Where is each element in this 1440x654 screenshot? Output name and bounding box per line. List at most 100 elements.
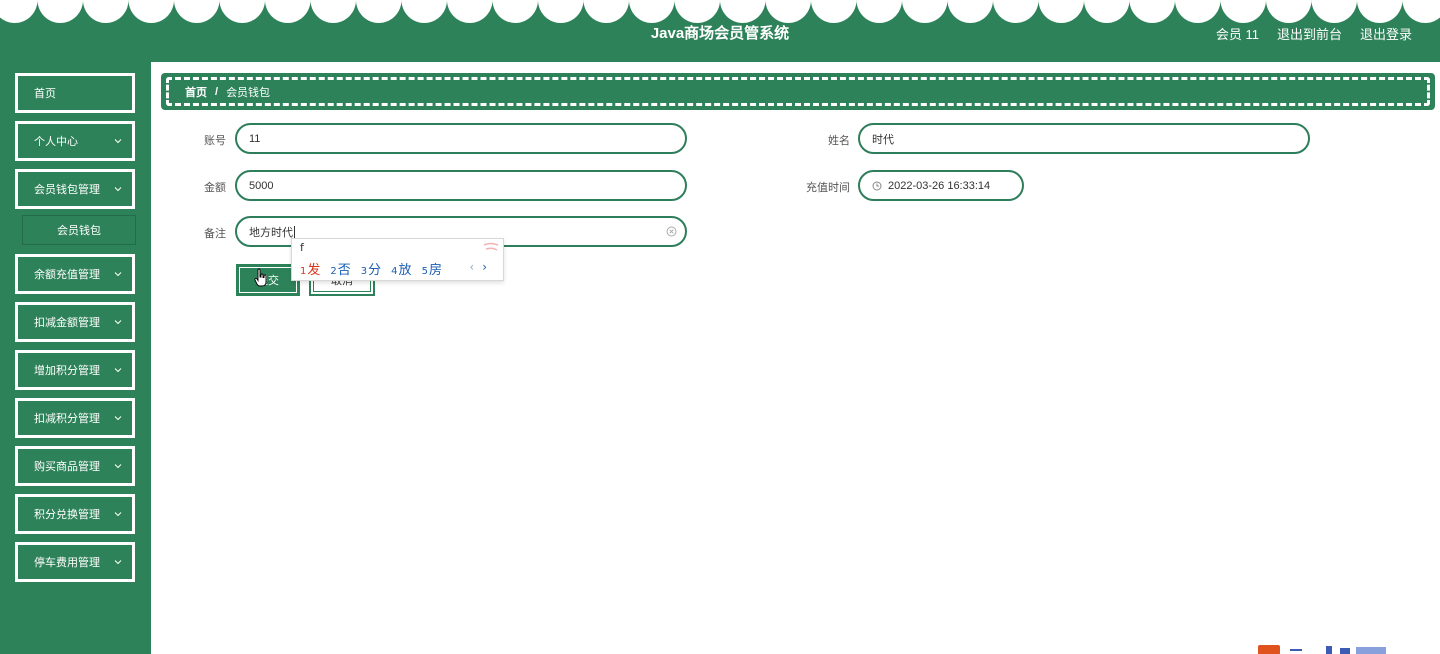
scallop-shape [902, 0, 948, 23]
ime-candidate[interactable]: 5房 [422, 259, 442, 278]
recharge-time-value: 2022-03-26 16:33:14 [888, 179, 991, 192]
account-label: 账号 [204, 135, 226, 147]
chevron-down-icon [114, 464, 122, 469]
name-value: 时代 [872, 133, 894, 146]
clear-icon[interactable] [666, 226, 677, 237]
scallop-shape [128, 0, 174, 23]
ime-candidate-popup: f 1发 2否 3分 4放 5房 ‹ › [291, 238, 504, 281]
sidebar-item-label: 个人中心 [34, 136, 78, 148]
breadcrumb: 首页 / 会员钱包 [161, 73, 1435, 110]
chevron-down-icon [114, 272, 122, 277]
sidebar-item-label: 增加积分管理 [34, 365, 100, 377]
ime-prev-page[interactable]: ‹ [469, 260, 474, 274]
scallop-shape [1402, 0, 1440, 23]
scallop-decoration [0, 0, 1440, 23]
ime-candidates: 1发 2否 3分 4放 5房 [300, 259, 442, 278]
account-value: 11 [249, 132, 261, 145]
scallop-shape [993, 0, 1039, 23]
recharge-time-label: 充值时间 [806, 182, 850, 194]
amount-field[interactable]: 5000 [235, 170, 687, 201]
name-field[interactable]: 时代 [858, 123, 1310, 154]
breadcrumb-separator: / [215, 85, 219, 98]
scallop-shape [765, 0, 811, 23]
breadcrumb-inner: 首页 / 会员钱包 [166, 77, 1430, 106]
sidebar-item-points-exchange[interactable]: 积分兑换管理 [15, 494, 135, 534]
scallop-shape [356, 0, 402, 23]
sidebar-item-parking-fee[interactable]: 停车费用管理 [15, 542, 135, 582]
scallop-shape [83, 0, 129, 23]
scallop-shape [447, 0, 493, 23]
remark-label: 备注 [204, 228, 226, 240]
clock-icon [872, 181, 882, 190]
scallop-shape [1220, 0, 1266, 23]
scallop-shape [219, 0, 265, 23]
scallop-shape [583, 0, 629, 23]
scallop-shape [674, 0, 720, 23]
account-field[interactable]: 11 [235, 123, 687, 154]
ime-candidate[interactable]: 4放 [391, 259, 411, 278]
scallop-shape [1175, 0, 1221, 23]
header-links: 会员 11 退出到前台 退出登录 [1216, 24, 1412, 43]
sidebar-item-deduct-points[interactable]: 扣减积分管理 [15, 398, 135, 438]
ime-candidate[interactable]: 2否 [330, 259, 350, 278]
scallop-shape [265, 0, 311, 23]
scallop-shape [1266, 0, 1312, 23]
scallop-shape [1357, 0, 1403, 23]
name-label: 姓名 [828, 135, 850, 147]
ime-composition: f [300, 241, 304, 254]
amount-value: 5000 [249, 179, 274, 192]
sidebar-item-label: 扣减金额管理 [34, 317, 100, 329]
hand-cursor-icon [254, 268, 267, 287]
sidebar: 首页 个人中心 会员钱包管理 会员钱包 余额充值管理 扣减金额管理 增加积分管理… [0, 62, 151, 654]
ime-candidate[interactable]: 1发 [300, 259, 320, 278]
sidebar-item-purchase[interactable]: 购买商品管理 [15, 446, 135, 486]
chevron-down-icon [114, 320, 122, 325]
remark-value: 地方时代 [249, 226, 293, 239]
sidebar-item-deduct-amount[interactable]: 扣减金额管理 [15, 302, 135, 342]
scallop-shape [720, 0, 766, 23]
scallop-shape [37, 0, 83, 23]
recharge-time-picker[interactable]: 2022-03-26 16:33:14 [858, 170, 1024, 201]
sidebar-item-personal-center[interactable]: 个人中心 [15, 121, 135, 161]
current-user-link[interactable]: 会员 11 [1216, 24, 1259, 43]
corner-logo [1258, 645, 1386, 654]
ime-logo-icon [483, 242, 499, 251]
scallop-shape [310, 0, 356, 23]
scallop-shape [401, 0, 447, 23]
scallop-shape [492, 0, 538, 23]
breadcrumb-home[interactable]: 首页 [185, 84, 207, 100]
sidebar-subitem-label: 会员钱包 [57, 225, 101, 237]
scallop-shape [0, 0, 38, 23]
sidebar-item-home[interactable]: 首页 [15, 73, 135, 113]
chevron-down-icon [114, 416, 122, 421]
sidebar-item-recharge-management[interactable]: 余额充值管理 [15, 254, 135, 294]
scallop-shape [1129, 0, 1175, 23]
scallop-shape [811, 0, 857, 23]
ime-next-page[interactable]: › [482, 260, 487, 274]
sidebar-item-add-points[interactable]: 增加积分管理 [15, 350, 135, 390]
scallop-shape [947, 0, 993, 23]
scallop-shape [1038, 0, 1084, 23]
ime-candidate[interactable]: 3分 [361, 259, 381, 278]
chevron-down-icon [114, 512, 122, 517]
scallop-shape [174, 0, 220, 23]
scallop-shape [1311, 0, 1357, 23]
chevron-down-icon [114, 560, 122, 565]
top-header: Java商场会员管系统 会员 11 退出到前台 退出登录 [0, 0, 1440, 62]
sidebar-subitem-wallet[interactable]: 会员钱包 [22, 215, 136, 245]
sidebar-item-wallet-management[interactable]: 会员钱包管理 [15, 169, 135, 209]
back-to-front-link[interactable]: 退出到前台 [1277, 24, 1342, 43]
sidebar-item-label: 余额充值管理 [34, 269, 100, 281]
text-caret [294, 225, 295, 238]
sidebar-item-label: 首页 [34, 88, 56, 100]
chevron-down-icon [114, 139, 122, 144]
chevron-down-icon [114, 187, 122, 192]
sidebar-item-label: 停车费用管理 [34, 557, 100, 569]
amount-label: 金额 [204, 182, 226, 194]
scallop-shape [856, 0, 902, 23]
logout-link[interactable]: 退出登录 [1360, 24, 1412, 43]
sidebar-item-label: 扣减积分管理 [34, 413, 100, 425]
scallop-shape [629, 0, 675, 23]
breadcrumb-current: 会员钱包 [226, 86, 271, 99]
chevron-down-icon [114, 368, 122, 373]
